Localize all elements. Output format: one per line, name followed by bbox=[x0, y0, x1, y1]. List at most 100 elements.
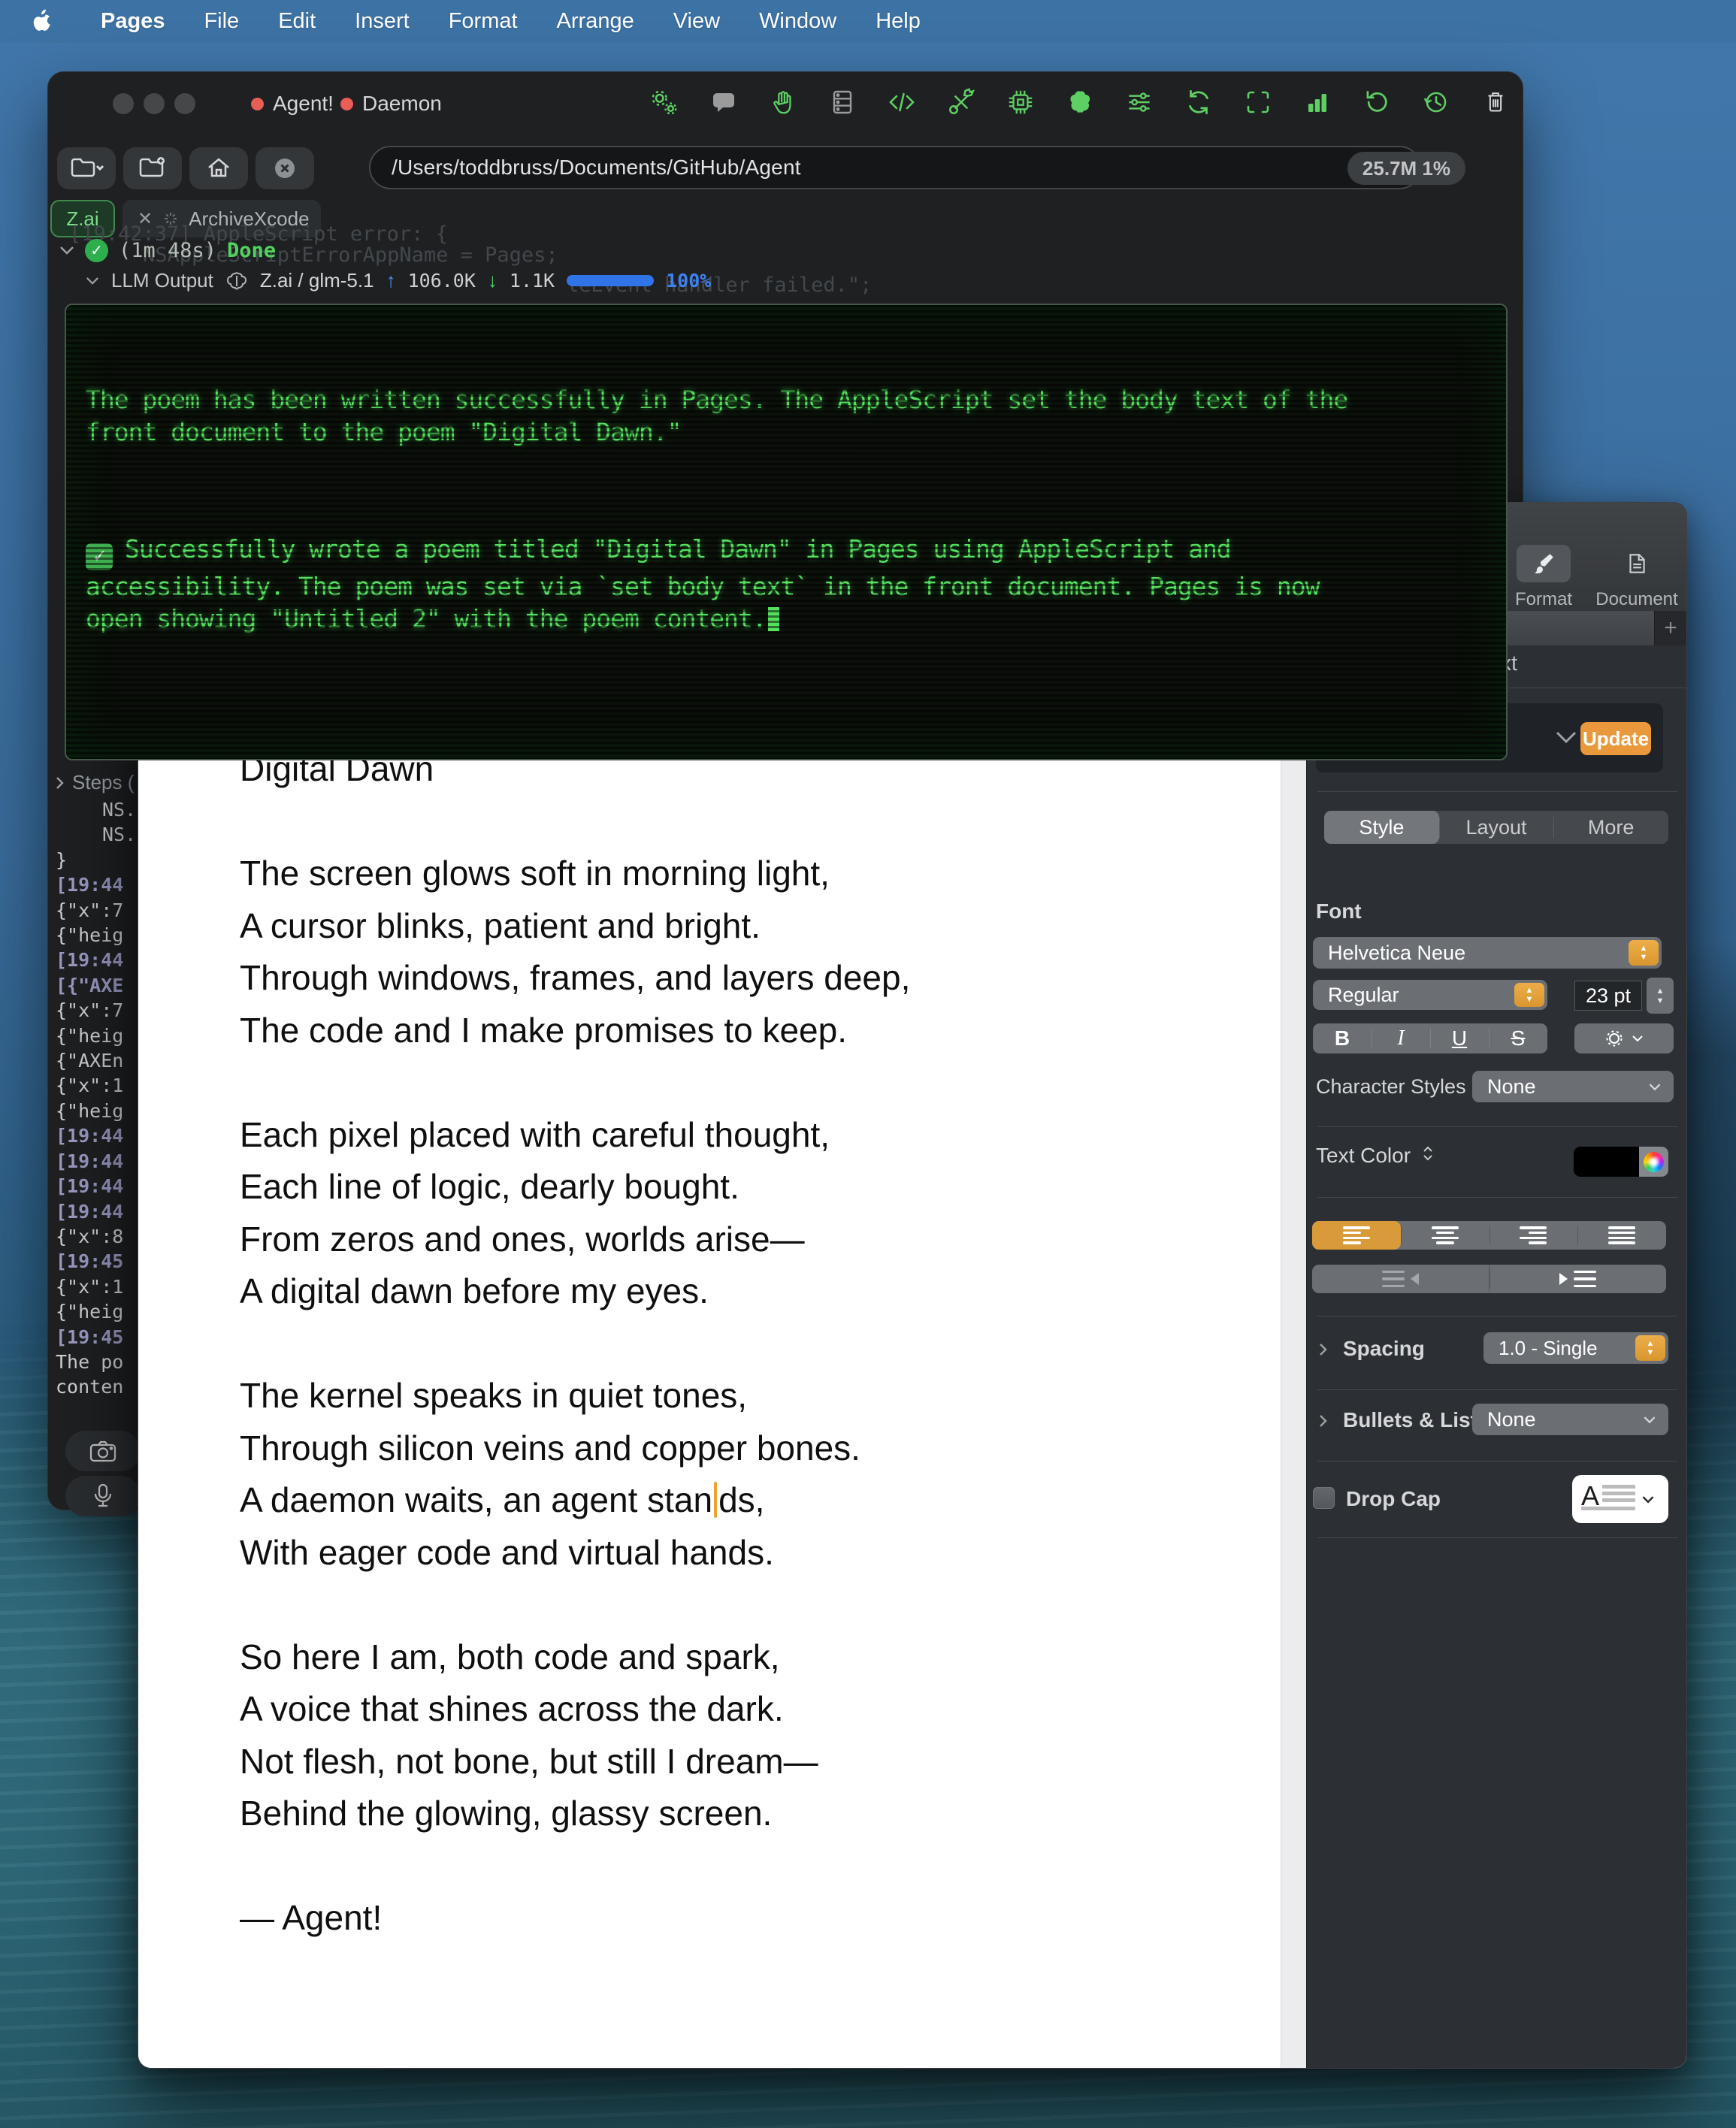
tab-style[interactable]: Style bbox=[1324, 811, 1439, 844]
bars-icon[interactable] bbox=[1301, 86, 1334, 119]
spacing-dropdown[interactable]: 1.0 - Single ▲▼ bbox=[1483, 1332, 1668, 1364]
font-size-stepper[interactable]: ▲▼ bbox=[1647, 978, 1674, 1014]
hand-icon[interactable] bbox=[767, 86, 800, 119]
tab-layout[interactable]: Layout bbox=[1439, 811, 1554, 844]
sync-icon[interactable] bbox=[1182, 86, 1215, 119]
log-line: {"AXEn bbox=[56, 1048, 140, 1073]
italic-button[interactable]: I bbox=[1372, 1023, 1430, 1053]
llm-output-terminal[interactable]: The poem has been written successfully i… bbox=[65, 304, 1508, 760]
tools-icon[interactable] bbox=[945, 86, 978, 119]
font-size-field[interactable]: 23 pt bbox=[1574, 981, 1642, 1011]
sliders-icon[interactable] bbox=[1123, 86, 1156, 119]
menu-item-arrange[interactable]: Arrange bbox=[537, 9, 654, 34]
update-style-button[interactable]: Update bbox=[1580, 722, 1651, 755]
session-agent[interactable]: Agent! bbox=[251, 93, 334, 114]
disclosure-chevron-icon[interactable] bbox=[1319, 1414, 1328, 1428]
poem-line: Through windows, frames, and layers deep… bbox=[240, 952, 1239, 1005]
window-close-button[interactable] bbox=[113, 93, 134, 114]
chevron-down-icon[interactable] bbox=[59, 246, 74, 255]
disclosure-chevron-icon[interactable] bbox=[1319, 1343, 1328, 1356]
progress-percent: 100% bbox=[666, 270, 711, 292]
history-icon[interactable] bbox=[1420, 86, 1453, 119]
color-swatch[interactable] bbox=[1574, 1147, 1639, 1177]
chip-icon[interactable] bbox=[1004, 86, 1037, 119]
menu-item-pages[interactable]: Pages bbox=[81, 9, 184, 34]
steps-label: Steps ( bbox=[72, 771, 134, 794]
tab-more[interactable]: More bbox=[1553, 811, 1668, 844]
chevron-down-icon[interactable] bbox=[1555, 730, 1577, 744]
step-status-row[interactable]: ✓ (1m 48s) Done bbox=[59, 239, 276, 262]
bold-button[interactable]: B bbox=[1313, 1023, 1372, 1053]
folder-menu-button[interactable] bbox=[57, 147, 116, 189]
gears-icon[interactable] bbox=[648, 86, 681, 119]
advanced-options-button[interactable] bbox=[1574, 1023, 1674, 1053]
window-minimize-button[interactable] bbox=[144, 93, 165, 114]
bullets-lists-dropdown[interactable]: None bbox=[1472, 1404, 1668, 1435]
poem-line: From zeros and ones, worlds arise— bbox=[240, 1214, 1239, 1266]
font-family-dropdown[interactable]: Helvetica Neue ▲▼ bbox=[1313, 937, 1662, 969]
character-styles-dropdown[interactable]: None bbox=[1472, 1071, 1674, 1102]
check-emoji-icon: ✓ bbox=[86, 543, 113, 570]
poem-line: Behind the glowing, glassy screen. bbox=[240, 1788, 1239, 1840]
menu-item-window[interactable]: Window bbox=[739, 9, 856, 34]
trash-icon[interactable] bbox=[1479, 86, 1512, 119]
agent-toolbar bbox=[648, 86, 1512, 119]
new-folder-button[interactable] bbox=[123, 147, 182, 189]
underline-button[interactable]: U bbox=[1430, 1023, 1489, 1053]
menu-item-help[interactable]: Help bbox=[856, 9, 940, 34]
menu-item-file[interactable]: File bbox=[184, 9, 259, 34]
terminal-paragraph: ✓Successfully wrote a poem titled "Digit… bbox=[86, 533, 1491, 635]
brain-icon[interactable] bbox=[1063, 86, 1096, 119]
poem-line: — Agent! bbox=[240, 1892, 1239, 1945]
menu-item-insert[interactable]: Insert bbox=[335, 9, 429, 34]
log-line: [{"AXE bbox=[56, 973, 140, 998]
undo-icon[interactable] bbox=[1360, 86, 1393, 119]
home-button[interactable] bbox=[189, 147, 248, 189]
increase-indent-button[interactable] bbox=[1489, 1265, 1666, 1293]
session-label: Agent! bbox=[273, 92, 334, 116]
stepper-icon[interactable]: ▲▼ bbox=[1629, 940, 1659, 966]
microphone-button[interactable] bbox=[65, 1476, 141, 1516]
clear-path-button[interactable] bbox=[256, 147, 314, 189]
menu-item-edit[interactable]: Edit bbox=[259, 9, 335, 34]
menu-item-format[interactable]: Format bbox=[429, 9, 537, 34]
drop-cap-style-button[interactable]: A bbox=[1572, 1475, 1668, 1523]
record-dot-icon bbox=[340, 98, 353, 110]
chevron-down-icon[interactable] bbox=[86, 277, 99, 286]
align-center-button[interactable] bbox=[1401, 1221, 1490, 1250]
new-tab-button[interactable]: + bbox=[1655, 611, 1686, 645]
terminal-paragraph: The poem has been written successfully i… bbox=[86, 383, 1491, 448]
stepper-icon[interactable]: ▲▼ bbox=[1514, 983, 1544, 1007]
menu-item-view[interactable]: View bbox=[654, 9, 739, 34]
up-down-chevrons-icon[interactable] bbox=[1423, 1146, 1433, 1161]
path-input[interactable]: /Users/toddbruss/Documents/GitHub/Agent bbox=[369, 146, 1421, 189]
window-zoom-button[interactable] bbox=[174, 93, 195, 114]
llm-output-row[interactable]: LLM Output Z.ai / glm-5.1 ↑ 106.0K ↓ 1.1… bbox=[86, 269, 711, 292]
align-justify-button[interactable] bbox=[1577, 1221, 1666, 1250]
drop-cap-checkbox[interactable] bbox=[1313, 1487, 1335, 1509]
chat-icon[interactable] bbox=[707, 86, 740, 119]
indent-buttons bbox=[1312, 1265, 1666, 1293]
scan-icon[interactable] bbox=[1242, 86, 1275, 119]
toolbar-document[interactable]: Document bbox=[1565, 545, 1687, 610]
strikethrough-button[interactable]: S bbox=[1489, 1023, 1547, 1053]
apple-icon[interactable] bbox=[29, 7, 56, 37]
screenshot-button[interactable] bbox=[65, 1431, 141, 1471]
poem-line bbox=[240, 1056, 1239, 1109]
align-right-button[interactable] bbox=[1490, 1221, 1578, 1250]
chevron-right-icon[interactable] bbox=[56, 776, 65, 790]
text-insertion-cursor bbox=[714, 1482, 717, 1518]
code-icon[interactable] bbox=[885, 86, 918, 119]
stepper-icon[interactable]: ▲▼ bbox=[1635, 1335, 1665, 1361]
color-wheel-button[interactable] bbox=[1639, 1147, 1668, 1177]
server-icon[interactable] bbox=[826, 86, 859, 119]
terminal-cursor bbox=[768, 607, 779, 631]
align-left-button[interactable] bbox=[1312, 1221, 1401, 1250]
decrease-indent-button[interactable] bbox=[1312, 1265, 1489, 1293]
session-daemon[interactable]: Daemon bbox=[340, 93, 442, 114]
document-body-text[interactable]: Digital Dawn The screen glows soft in mo… bbox=[240, 743, 1239, 1945]
font-weight-dropdown[interactable]: Regular ▲▼ bbox=[1313, 980, 1547, 1010]
tokens-down-icon: ↓ bbox=[488, 269, 498, 292]
terminal-text: The poem has been written successfully i… bbox=[86, 319, 1491, 700]
path-value: /Users/toddbruss/Documents/GitHub/Agent bbox=[392, 156, 801, 180]
